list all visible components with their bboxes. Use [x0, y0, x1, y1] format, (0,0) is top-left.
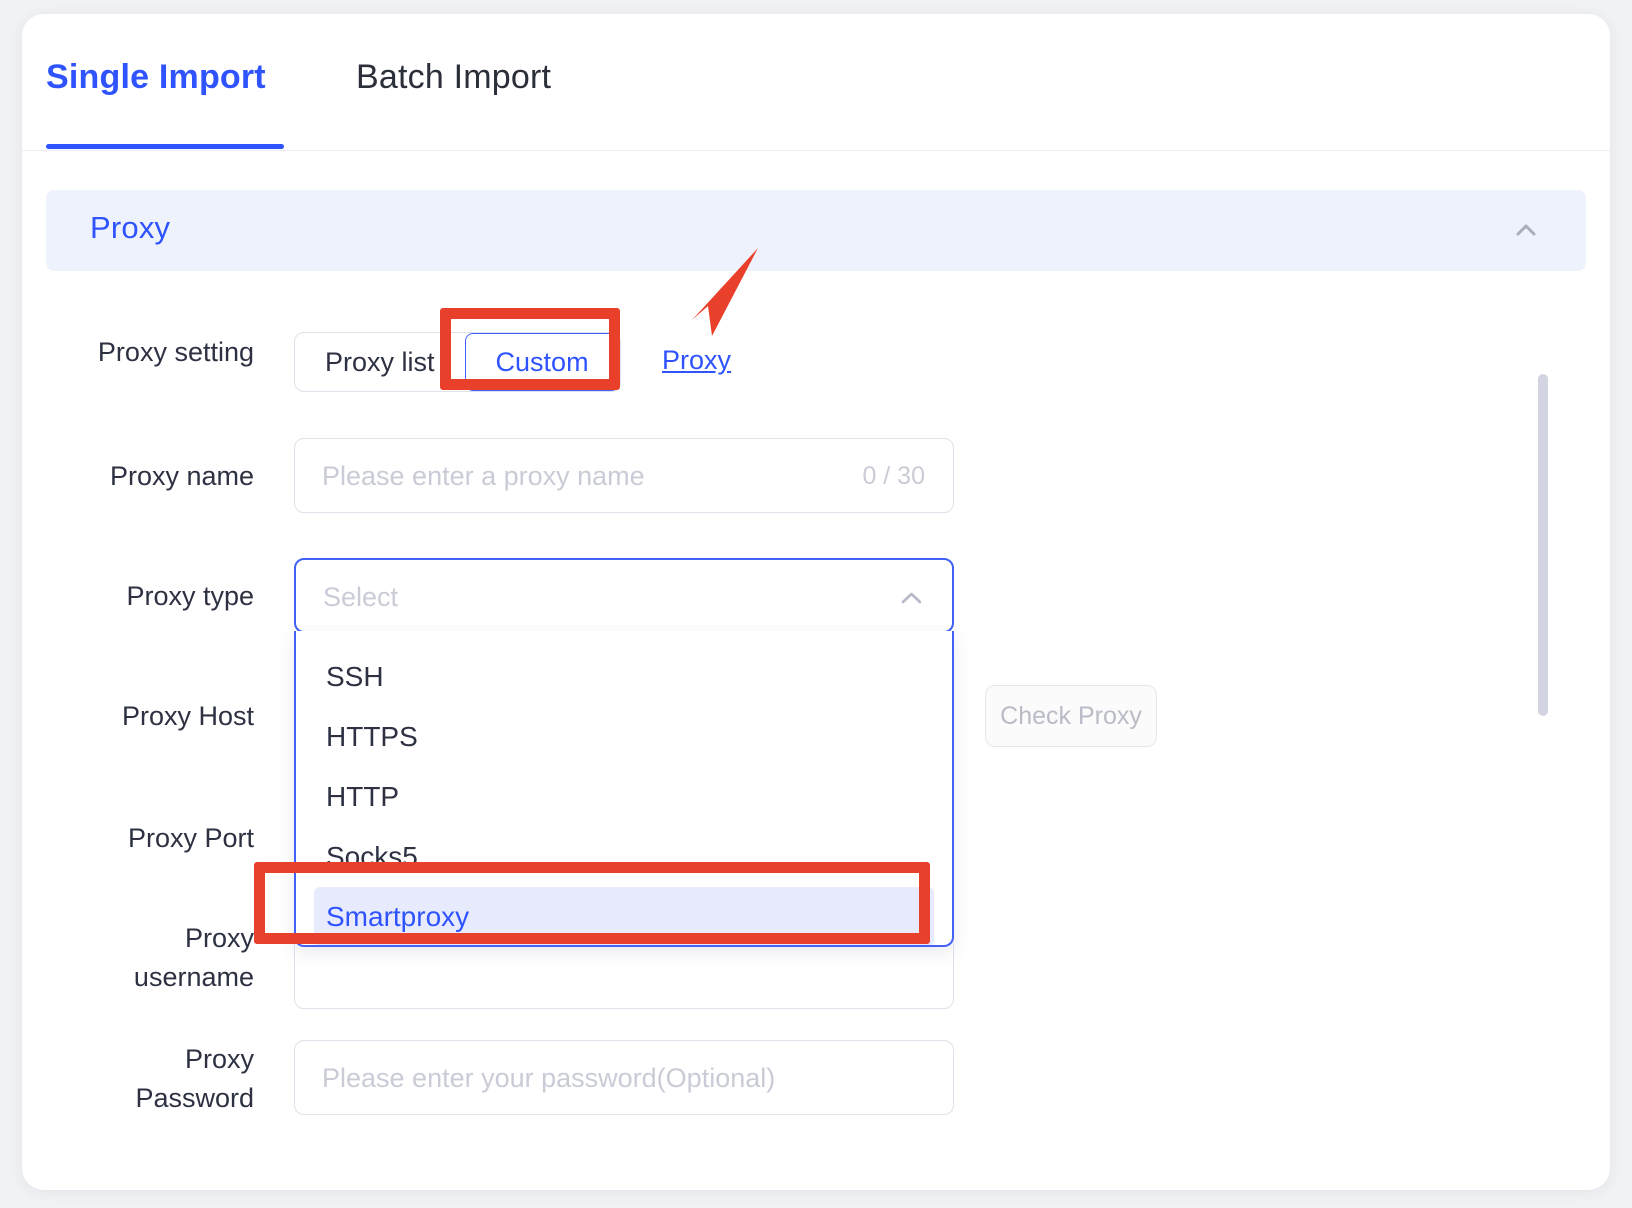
proxy-name-counter: 0 / 30 — [862, 462, 925, 490]
label-proxy-host: Proxy Host — [121, 701, 254, 731]
row-proxy-password: Proxy Password Please enter your passwor… — [22, 1040, 1610, 1115]
tab-batch-import[interactable]: Batch Import — [356, 58, 551, 97]
proxy-password-input[interactable]: Please enter your password(Optional) — [294, 1040, 954, 1115]
proxy-password-placeholder: Please enter your password(Optional) — [322, 1063, 776, 1093]
dropdown-option-smartproxy[interactable]: Smartproxy — [314, 887, 934, 945]
tab-active-indicator — [46, 144, 284, 149]
app-root: Single Import Batch Import Proxy Proxy s… — [0, 0, 1632, 1208]
dropdown-option-https[interactable]: HTTPS — [296, 707, 952, 767]
label-proxy-setting: Proxy setting — [97, 337, 254, 367]
proxy-type-dropdown[interactable]: SSH HTTPS HTTP Socks5 Smartproxy — [294, 631, 954, 947]
tab-bar: Single Import Batch Import — [22, 14, 1610, 151]
row-proxy-type: Proxy type Select — [22, 558, 1610, 633]
import-panel: Single Import Batch Import Proxy Proxy s… — [22, 14, 1610, 1190]
proxy-setting-segmented-control[interactable]: Proxy list Custom — [294, 332, 621, 392]
proxy-type-select[interactable]: Select — [294, 558, 954, 633]
label-proxy-type: Proxy type — [126, 581, 254, 611]
proxy-type-placeholder: Select — [323, 582, 399, 612]
row-proxy-name: Proxy name Please enter a proxy name 0 /… — [22, 438, 1610, 513]
label-proxy-password-line2: Password — [135, 1083, 254, 1113]
label-proxy-name: Proxy name — [109, 461, 254, 491]
label-proxy-username-line2: username — [133, 962, 254, 992]
tab-single-import[interactable]: Single Import — [46, 58, 266, 97]
dropdown-option-ssh[interactable]: SSH — [296, 647, 952, 707]
proxy-section-header[interactable]: Proxy — [46, 190, 1586, 271]
label-proxy-username-line1: Proxy — [184, 923, 254, 953]
check-proxy-button[interactable]: Check Proxy — [985, 685, 1157, 747]
scrollbar-thumb[interactable] — [1538, 374, 1548, 716]
chevron-up-icon[interactable] — [899, 587, 924, 609]
row-proxy-setting: Proxy setting Proxy list Custom Proxy — [22, 332, 1610, 394]
label-proxy-username: Proxy username — [22, 919, 254, 997]
label-proxy-password-line1: Proxy — [184, 1044, 254, 1074]
segment-custom[interactable]: Custom — [464, 333, 620, 391]
proxy-section-title: Proxy — [90, 210, 171, 245]
proxy-name-placeholder: Please enter a proxy name — [322, 461, 645, 491]
proxy-link[interactable]: Proxy — [662, 345, 731, 376]
dropdown-option-socks5[interactable]: Socks5 — [296, 827, 952, 887]
label-proxy-port: Proxy Port — [127, 823, 254, 853]
dropdown-option-http[interactable]: HTTP — [296, 767, 952, 827]
label-proxy-password: Proxy Password — [22, 1040, 254, 1118]
segment-proxy-list[interactable]: Proxy list — [295, 333, 465, 391]
chevron-up-icon[interactable] — [1512, 216, 1540, 244]
proxy-name-input[interactable]: Please enter a proxy name 0 / 30 — [294, 438, 954, 513]
